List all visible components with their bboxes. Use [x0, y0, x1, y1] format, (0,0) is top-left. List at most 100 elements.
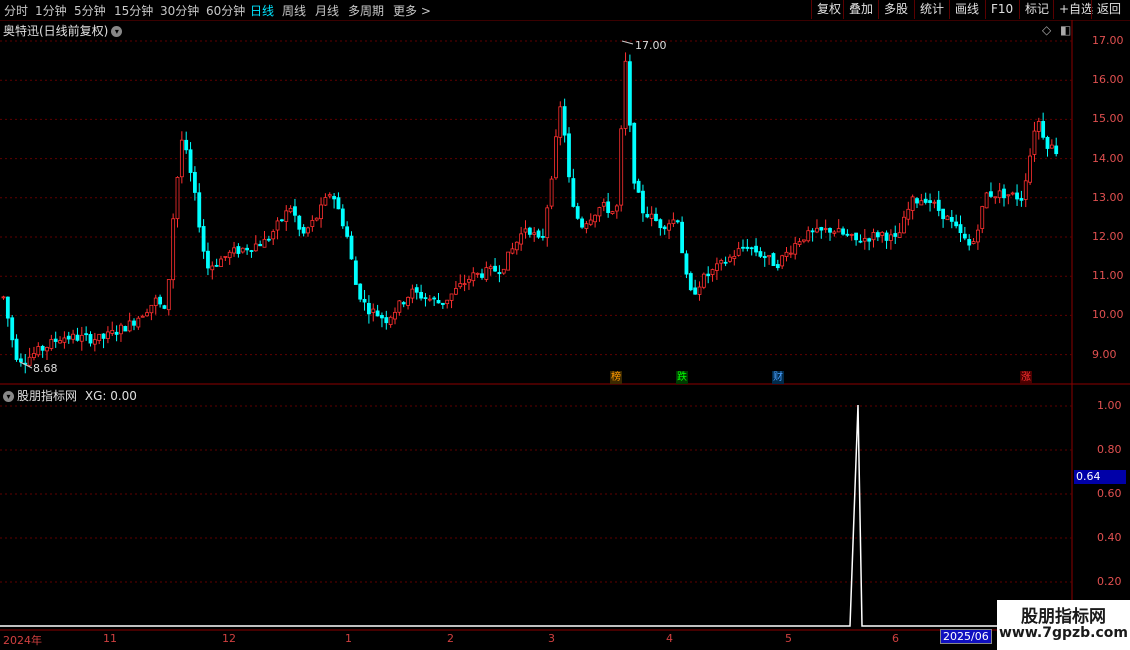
price-tick-label: 13.00: [1092, 190, 1124, 204]
indicator-tick-label: 0.40: [1097, 531, 1122, 544]
candle-up: [110, 330, 115, 334]
candle-up: [715, 263, 719, 271]
candle-up: [106, 331, 110, 339]
candle-down: [197, 192, 202, 228]
date-label: 3: [548, 632, 555, 645]
candle-up: [179, 139, 184, 178]
event-tag-rank[interactable]: 榜: [610, 371, 622, 384]
candle-down: [162, 305, 167, 309]
candle-up: [310, 220, 315, 227]
candle-up: [471, 272, 476, 282]
candle-down: [936, 199, 941, 211]
candle-down: [480, 273, 484, 278]
candle-up: [458, 283, 463, 288]
candle-up: [832, 231, 837, 234]
candle-down: [293, 206, 297, 216]
candle-up: [862, 237, 867, 242]
price-tick-label: 11.00: [1092, 269, 1124, 283]
candle-up: [514, 241, 519, 251]
event-tag-drop[interactable]: 跌: [676, 371, 688, 384]
candle-up: [149, 304, 154, 314]
candle-up: [649, 213, 654, 219]
candle-down: [384, 317, 389, 324]
candle-up: [97, 333, 102, 341]
candle-down: [88, 334, 93, 344]
date-label: 11: [103, 632, 117, 645]
candle-down: [688, 273, 693, 291]
candle-up: [323, 197, 328, 206]
candle-down: [1019, 198, 1024, 201]
candle-up: [788, 252, 793, 255]
candle-up: [262, 238, 267, 248]
candle-down: [245, 247, 250, 251]
candle-down: [123, 326, 128, 332]
candle-up: [780, 255, 785, 267]
candle-down: [249, 250, 254, 252]
candle-up: [501, 268, 506, 274]
candle-up: [897, 232, 902, 238]
candle-down: [493, 265, 497, 272]
candle-down: [884, 232, 889, 241]
candle-up: [614, 205, 619, 212]
candle-up: [993, 196, 998, 199]
candle-up: [880, 231, 885, 236]
candle-down: [645, 214, 650, 218]
candle-up: [319, 204, 323, 220]
candle-up: [1032, 130, 1037, 155]
candle-down: [432, 297, 437, 300]
candle-down: [758, 251, 763, 257]
candle-down: [854, 232, 858, 241]
candle-down: [10, 317, 15, 341]
candle-down: [340, 208, 345, 227]
candle-down: [762, 255, 767, 259]
candle-down: [580, 218, 584, 228]
candle-up: [945, 215, 950, 221]
candle-up: [554, 136, 558, 179]
candle-up: [601, 201, 606, 207]
indicator-tick-label: 0.80: [1097, 443, 1122, 456]
candle-down: [236, 246, 241, 254]
current-value-badge: 0.64: [1074, 470, 1126, 484]
candle-down: [989, 191, 993, 197]
event-tag-finance[interactable]: 财: [772, 371, 784, 384]
candle-up: [793, 243, 798, 255]
candle-up: [32, 353, 36, 358]
candle-down: [5, 296, 10, 319]
candle-up: [697, 286, 702, 295]
candle-up: [45, 347, 49, 352]
candle-down: [958, 224, 963, 234]
candle-down: [954, 221, 959, 227]
candle-up: [227, 251, 232, 259]
candle-up: [1006, 194, 1011, 197]
candle-down: [575, 206, 580, 219]
candle-down: [258, 243, 263, 247]
candle-up: [119, 324, 123, 335]
candle-down: [810, 230, 815, 233]
candle-down: [279, 219, 284, 222]
candle-down: [658, 219, 663, 229]
candle-up: [610, 211, 615, 214]
candle-up: [1, 296, 6, 299]
candle-down: [754, 245, 758, 253]
event-tag-rise[interactable]: 涨: [1020, 371, 1032, 384]
candle-up: [166, 279, 171, 311]
candle-up: [127, 320, 132, 332]
candle-up: [597, 207, 602, 217]
candle-up: [506, 251, 511, 271]
candle-up: [728, 256, 732, 262]
candle-down: [606, 201, 611, 213]
price-tick-label: 16.00: [1092, 73, 1124, 87]
candle-down: [375, 310, 380, 317]
candle-up: [906, 208, 911, 220]
candle-down: [358, 283, 363, 300]
candle-down: [349, 235, 354, 260]
candle-up: [623, 60, 628, 129]
candle-down: [1015, 192, 1019, 200]
chevron-down-icon[interactable]: ▾: [3, 391, 14, 402]
candle-up: [588, 219, 593, 225]
candle-down: [941, 208, 945, 220]
candlestick-chart[interactable]: 17.00 8.68: [0, 0, 1130, 650]
indicator-tick-label: 0.20: [1097, 575, 1122, 588]
date-label: 2: [447, 632, 454, 645]
date-label: 4: [666, 632, 673, 645]
